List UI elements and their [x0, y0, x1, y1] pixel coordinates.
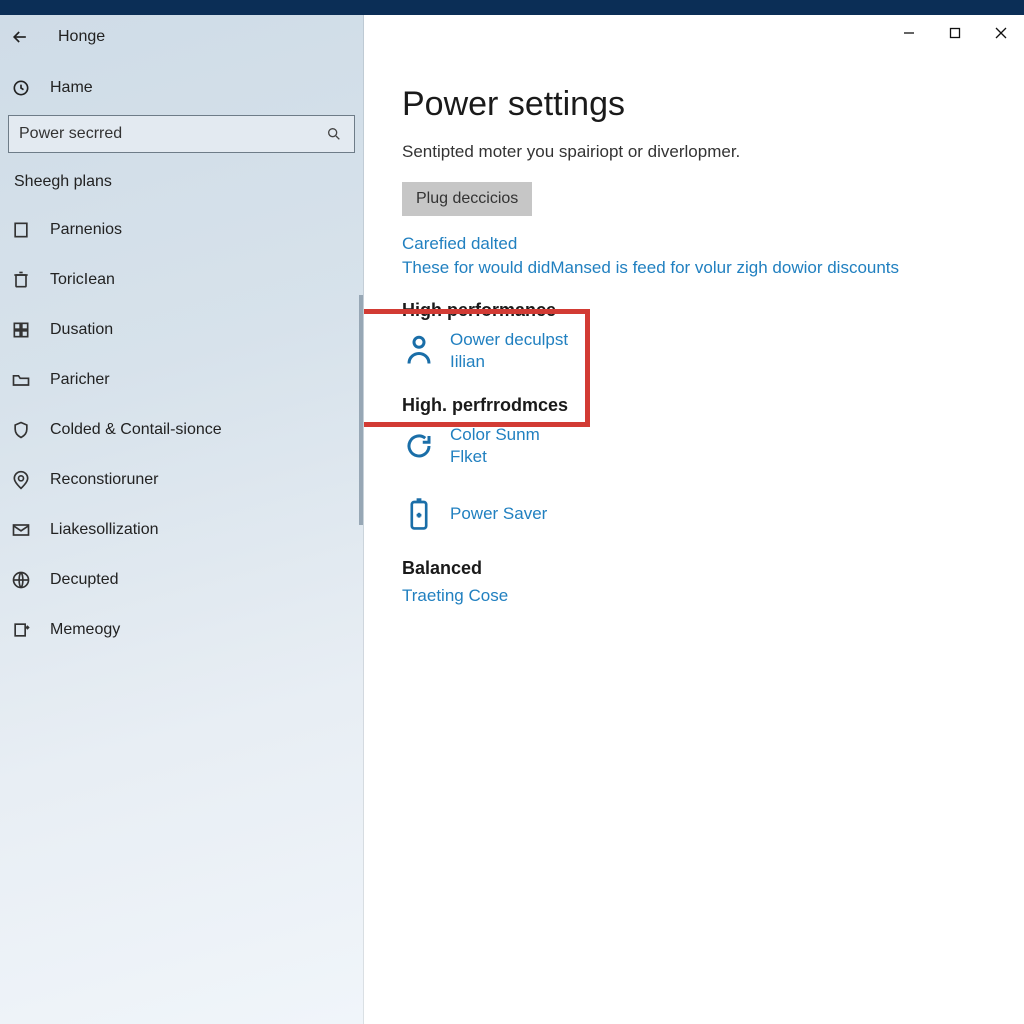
plug-devices-button[interactable]: Plug deccicios	[402, 182, 532, 216]
info-link-2[interactable]: These for would didMansed is feed for vo…	[402, 258, 986, 278]
refresh-icon	[402, 426, 436, 466]
sidebar-nav: Parnenios ToricIean Dusation Paricher	[0, 205, 363, 655]
page-subtitle: Sentipted moter you spairiopt or diverlo…	[402, 142, 986, 162]
plan-link[interactable]: Power Saver	[450, 503, 547, 525]
sidebar-item-dusation[interactable]: Dusation	[0, 305, 363, 355]
plan-title: Balanced	[402, 558, 986, 579]
close-icon	[995, 27, 1007, 39]
trash-icon	[10, 269, 32, 291]
plan-link[interactable]: Traeting Cose	[402, 585, 986, 607]
plan-line1: Color Sunm	[450, 424, 540, 446]
sidebar-item-memeogy[interactable]: Memeogy	[0, 605, 363, 655]
sidebar-item-label: ToricIean	[50, 271, 115, 289]
sidebar-item-label: Paricher	[50, 371, 110, 389]
plan-line2: Iilian	[450, 351, 568, 373]
sidebar-item-label: Dusation	[50, 321, 113, 339]
grid-icon	[10, 319, 32, 341]
plan-line2: Flket	[450, 446, 540, 468]
home-icon	[10, 77, 32, 99]
battery-icon	[402, 494, 436, 534]
minimize-button[interactable]	[886, 15, 932, 51]
search-input[interactable]	[9, 125, 314, 143]
sidebar-item-liakesollization[interactable]: Liakesollization	[0, 505, 363, 555]
plan-line1: Oower deculpst	[450, 329, 568, 351]
mail-icon	[10, 519, 32, 541]
folder-icon	[10, 369, 32, 391]
sidebar-item-colded[interactable]: Colded & Contail-sionce	[0, 405, 363, 455]
sidebar-home-label: Hame	[50, 79, 93, 97]
location-icon	[10, 469, 32, 491]
sidebar-scrollbar[interactable]	[359, 295, 363, 525]
app-window: Honge Hame Sheegh plans Parnenios	[0, 15, 1024, 1024]
search-container	[8, 115, 355, 153]
sidebar-home[interactable]: Hame	[0, 55, 363, 115]
arrow-left-icon	[10, 27, 30, 47]
sidebar-item-parnenios[interactable]: Parnenios	[0, 205, 363, 255]
person-icon	[402, 331, 436, 371]
sidebar-item-toriclean[interactable]: ToricIean	[0, 255, 363, 305]
sidebar-item-label: Liakesollization	[50, 521, 159, 539]
plan-high-perfrrodmces[interactable]: High. perfrrodmces Color Sunm Flket	[402, 395, 986, 470]
sidebar-item-label: Parnenios	[50, 221, 122, 239]
plan-title: High. perfrrodmces	[402, 395, 986, 416]
export-icon	[10, 619, 32, 641]
plan-link[interactable]: Color Sunm Flket	[450, 424, 540, 468]
sidebar-item-reconstioruner[interactable]: Reconstioruner	[0, 455, 363, 505]
sidebar-section-label: Sheegh plans	[0, 171, 363, 205]
minimize-icon	[903, 27, 915, 39]
plan-high-performance[interactable]: High performance Oower deculpst Iilian	[402, 300, 986, 375]
back-button[interactable]	[8, 25, 32, 49]
sidebar: Honge Hame Sheegh plans Parnenios	[0, 15, 364, 1024]
plan-balanced[interactable]: Balanced Traeting Cose	[402, 558, 986, 607]
plan-power-saver[interactable]: Power Saver	[402, 490, 986, 538]
breadcrumb: Honge	[58, 28, 105, 46]
plan-title: High performance	[402, 300, 986, 321]
sidebar-item-decupted[interactable]: Decupted	[0, 555, 363, 605]
info-link-1[interactable]: Carefied dalted	[402, 234, 986, 254]
maximize-button[interactable]	[932, 15, 978, 51]
sidebar-item-label: Decupted	[50, 571, 119, 589]
plan-line1: Power Saver	[450, 503, 547, 525]
titlebar-stripe	[0, 0, 1024, 15]
plan-link[interactable]: Oower deculpst Iilian	[450, 329, 568, 373]
page-title: Power settings	[402, 85, 986, 124]
maximize-icon	[949, 27, 961, 39]
plan-line1: Traeting Cose	[402, 585, 986, 607]
document-icon	[10, 219, 32, 241]
search-box[interactable]	[8, 115, 355, 153]
close-button[interactable]	[978, 15, 1024, 51]
sidebar-header: Honge	[0, 15, 363, 55]
globe-icon	[10, 569, 32, 591]
shield-icon	[10, 419, 32, 441]
sidebar-item-label: Memeogy	[50, 621, 120, 639]
sidebar-item-label: Colded & Contail-sionce	[50, 421, 222, 439]
search-icon	[314, 126, 354, 142]
main-content: Power settings Sentipted moter you spair…	[364, 15, 1024, 1024]
sidebar-item-paricher[interactable]: Paricher	[0, 355, 363, 405]
sidebar-item-label: Reconstioruner	[50, 471, 159, 489]
window-controls	[886, 15, 1024, 51]
